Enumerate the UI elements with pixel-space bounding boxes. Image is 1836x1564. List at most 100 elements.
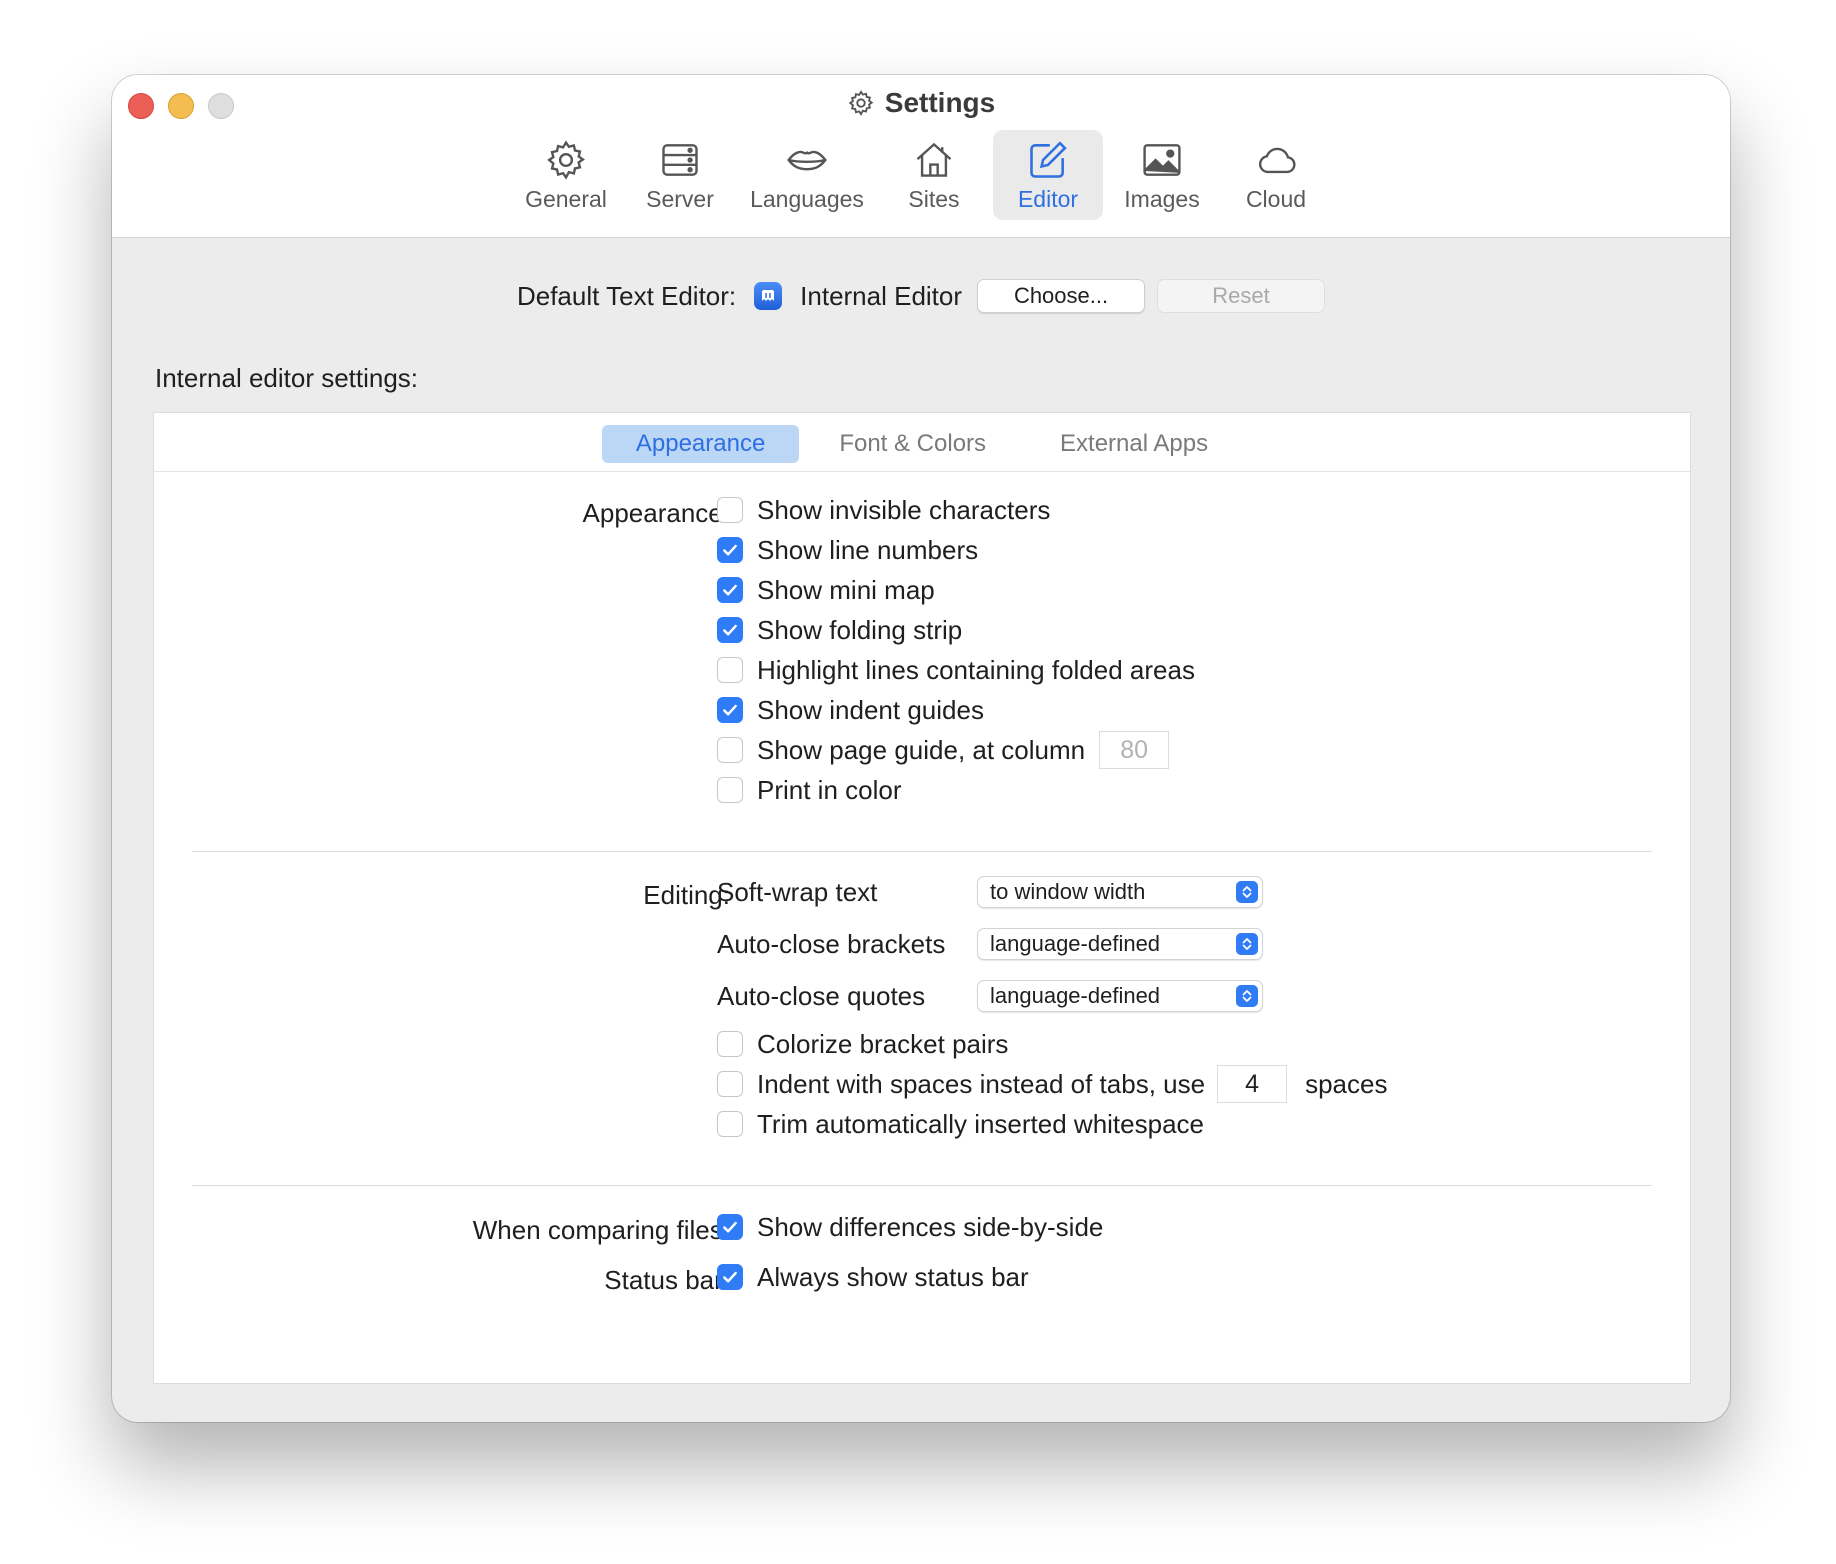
title-bar: Settings General Server Languages Sites … — [112, 75, 1730, 238]
server-icon — [662, 144, 698, 176]
house-icon — [916, 142, 952, 177]
chevron-updown-icon — [1236, 985, 1258, 1007]
checkbox[interactable] — [717, 537, 743, 563]
checkmark-icon — [723, 704, 737, 716]
settings-tabs: Appearance Font & Colors External Apps — [154, 425, 1690, 463]
checkmark-icon — [723, 1221, 737, 1233]
toolbar-languages-label: Languages — [750, 186, 864, 212]
checkbox[interactable] — [717, 1111, 743, 1137]
toolbar-sites-label: Sites — [908, 186, 960, 212]
tab-appearance[interactable]: Appearance — [601, 425, 800, 463]
auto-close-quotes-label-row: Auto-close quotes — [717, 979, 925, 1013]
checkbox[interactable] — [717, 777, 743, 803]
checkbox[interactable] — [717, 577, 743, 603]
option-indent-spaces[interactable]: Indent with spaces instead of tabs, use … — [717, 1065, 1388, 1103]
toolbar-general-label: General — [525, 186, 607, 212]
appearance-group-label: Appearance: — [582, 498, 730, 528]
auto-close-quotes-label: Auto-close quotes — [717, 980, 926, 1011]
chevron-updown-icon — [1236, 881, 1258, 903]
option-show-folding-strip[interactable]: Show folding strip — [717, 613, 962, 647]
option-label: Print in color — [757, 774, 902, 805]
checkbox[interactable] — [717, 617, 743, 643]
toolbar-cloud[interactable]: Cloud — [1221, 130, 1331, 220]
editor-settings-content: Default Text Editor: Internal Editor Cho… — [112, 237, 1730, 1422]
toolbar-images[interactable]: Images — [1107, 130, 1217, 220]
tabs-divider — [154, 471, 1690, 472]
option-colorize-brackets[interactable]: Colorize bracket pairs — [717, 1027, 1008, 1061]
option-show-mini-map[interactable]: Show mini map — [717, 573, 935, 607]
option-label: Show page guide, at column — [757, 734, 1086, 765]
option-label: Show differences side-by-side — [757, 1211, 1104, 1242]
option-show-differences[interactable]: Show differences side-by-side — [717, 1210, 1103, 1244]
option-print-in-color[interactable]: Print in color — [717, 773, 902, 807]
toolbar-editor-label: Editor — [1017, 186, 1079, 212]
auto-close-quotes-select[interactable]: language-defined — [977, 980, 1263, 1012]
section-divider — [192, 1185, 1652, 1186]
soft-wrap-label-row: Soft-wrap text — [717, 875, 877, 909]
option-label: Show mini map — [757, 574, 935, 605]
lips-icon — [787, 150, 827, 171]
option-trim-whitespace[interactable]: Trim automatically inserted whitespace — [717, 1107, 1204, 1141]
checkbox[interactable] — [717, 1071, 743, 1097]
option-show-line-numbers[interactable]: Show line numbers — [717, 533, 978, 567]
checkbox[interactable] — [717, 1031, 743, 1057]
spaces-suffix: spaces — [1305, 1068, 1388, 1099]
reset-editor-button[interactable]: Reset — [1157, 279, 1326, 313]
internal-editor-app-icon — [754, 282, 783, 310]
checkbox[interactable] — [717, 497, 743, 523]
toolbar-general[interactable]: General — [511, 130, 621, 220]
toolbar-server[interactable]: Server — [625, 130, 735, 220]
soft-wrap-value: to window width — [990, 879, 1146, 904]
tab-external-apps[interactable]: External Apps — [1026, 425, 1242, 463]
option-label: Show indent guides — [757, 694, 984, 725]
page-guide-column-field[interactable]: 80 — [1099, 731, 1170, 769]
gear-icon — [547, 140, 585, 180]
choose-editor-button[interactable]: Choose... — [977, 279, 1146, 313]
indent-spaces-field[interactable]: 4 — [1217, 1065, 1288, 1103]
option-show-page-guide[interactable]: Show page guide, at column 80 — [717, 731, 1170, 769]
auto-close-quotes-value: language-defined — [990, 983, 1161, 1008]
status-bar-group-label: Status bar: — [604, 1265, 730, 1295]
toolbar-languages[interactable]: Languages — [739, 130, 875, 220]
comparing-group-label: When comparing files: — [472, 1215, 730, 1245]
option-show-invisible[interactable]: Show invisible characters — [717, 493, 1050, 527]
option-label: Colorize bracket pairs — [757, 1028, 1009, 1059]
checkbox[interactable] — [717, 657, 743, 683]
option-label: Show line numbers — [757, 534, 979, 565]
auto-close-brackets-value: language-defined — [990, 931, 1161, 956]
settings-window: Settings General Server Languages Sites … — [112, 75, 1730, 1422]
checkmark-icon — [723, 1271, 737, 1283]
auto-close-brackets-select[interactable]: language-defined — [977, 928, 1263, 960]
settings-toolbar: General Server Languages Sites Editor Im… — [112, 130, 1730, 220]
auto-close-brackets-label: Auto-close brackets — [717, 928, 946, 959]
checkbox[interactable] — [717, 697, 743, 723]
option-label: Highlight lines containing folded areas — [757, 654, 1195, 685]
checkbox[interactable] — [717, 737, 743, 763]
checkbox[interactable] — [717, 1214, 743, 1240]
option-label: Show folding strip — [757, 614, 963, 645]
option-label: Show invisible characters — [757, 494, 1051, 525]
window-title: Settings — [112, 87, 1730, 119]
window-title-text: Settings — [884, 87, 996, 118]
soft-wrap-label: Soft-wrap text — [717, 876, 878, 907]
toolbar-images-label: Images — [1124, 186, 1200, 212]
chevron-updown-icon — [1236, 933, 1258, 955]
cloud-icon — [1258, 147, 1296, 174]
internal-editor-settings-label: Internal editor settings: — [155, 363, 419, 393]
option-highlight-folded[interactable]: Highlight lines containing folded areas — [717, 653, 1195, 687]
default-editor-row: Default Text Editor: Internal Editor Cho… — [112, 279, 1730, 313]
checkbox[interactable] — [717, 1264, 743, 1290]
option-show-indent-guides[interactable]: Show indent guides — [717, 693, 984, 727]
toolbar-sites[interactable]: Sites — [879, 130, 989, 220]
soft-wrap-select[interactable]: to window width — [977, 876, 1263, 908]
toolbar-editor[interactable]: Editor — [993, 130, 1103, 220]
tab-font-colors[interactable]: Font & Colors — [805, 425, 1020, 463]
toolbar-cloud-label: Cloud — [1245, 186, 1307, 212]
toolbar-server-label: Server — [646, 186, 714, 212]
settings-panel: Appearance Font & Colors External Apps A… — [153, 412, 1691, 1384]
option-always-show-status-bar[interactable]: Always show status bar — [717, 1260, 1029, 1294]
default-editor-label: Default Text Editor: — [516, 280, 737, 311]
image-icon — [1143, 144, 1181, 176]
option-label: Always show status bar — [757, 1261, 1029, 1292]
option-label: Trim automatically inserted whitespace — [757, 1108, 1204, 1139]
